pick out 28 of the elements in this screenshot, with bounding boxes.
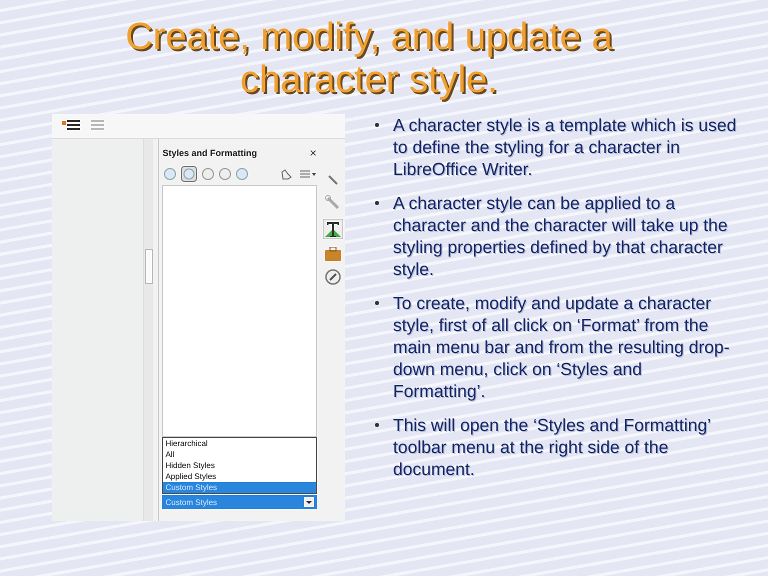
dropdown-option[interactable]: Applied Styles — [163, 471, 316, 482]
compass-icon[interactable] — [324, 269, 341, 285]
bullet-text: A character style can be applied to a character and the character will take up the styling properties defined by that character style. — [393, 192, 729, 280]
bullet-text: A character style is a template which is used to define the styling for a character in LibreOffice Writer. — [393, 114, 738, 180]
character-styles-icon[interactable] — [181, 166, 198, 182]
dropdown-option[interactable]: Hidden Styles — [163, 460, 316, 471]
frame-styles-icon[interactable] — [202, 168, 214, 180]
wrench-icon[interactable] — [324, 195, 341, 211]
bullet-icon — [375, 423, 379, 427]
bullet-text: This will open the ‘Styles and Formatting’ toolbar menu at the right side of the document. — [393, 414, 712, 480]
briefcase-icon[interactable] — [324, 247, 341, 261]
bullet-icon — [375, 123, 379, 127]
bullet-text: To create, modify and update a character style, first of all click on ‘Format’ from the main menu bar and from the resulting drop-down menu, click on ‘Styles and Formatting’. — [393, 292, 731, 402]
panel-title: Styles and Formatting — [162, 148, 257, 158]
list-styles-icon[interactable] — [236, 168, 248, 180]
list-icon[interactable] — [62, 119, 80, 133]
bullet-icon — [375, 301, 379, 305]
scrollbar[interactable] — [142, 139, 154, 521]
dropdown-option[interactable]: All — [163, 449, 316, 460]
page-styles-icon[interactable] — [219, 168, 232, 180]
caret-icon — [304, 497, 314, 507]
slide-title: Create, modify, and update a character style. — [124, 15, 614, 103]
paragraph-styles-icon[interactable] — [164, 168, 176, 180]
close-button[interactable]: × — [310, 146, 317, 160]
text-style-icon[interactable] — [322, 219, 343, 239]
dropdown-option[interactable]: Hierarchical — [163, 438, 316, 449]
new-style-icon[interactable] — [298, 169, 317, 179]
bullet-icon — [375, 201, 379, 205]
